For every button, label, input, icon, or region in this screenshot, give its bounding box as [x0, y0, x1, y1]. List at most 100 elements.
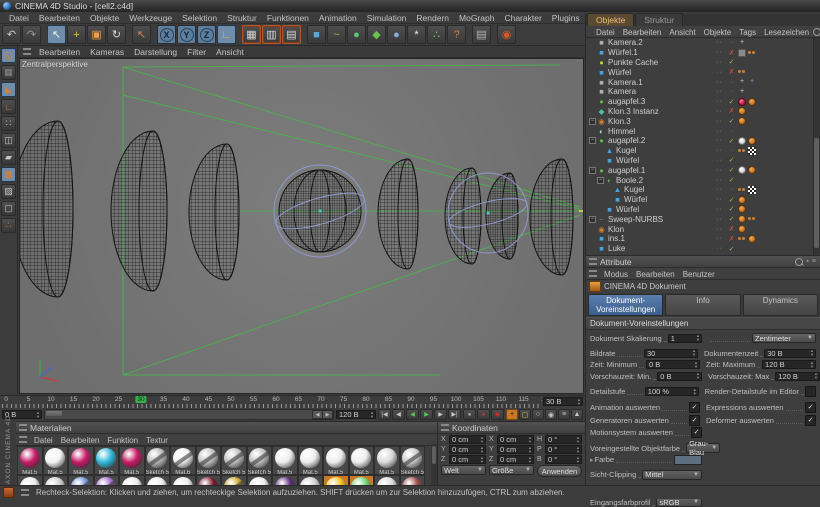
material-swatch[interactable]: Mat.5 [68, 446, 94, 475]
visibility-dots-icon[interactable]: ·· [716, 108, 725, 115]
object-name[interactable]: Klon.3 [608, 117, 631, 126]
spinner-arrows-icon[interactable]: ▲▼ [695, 334, 701, 342]
menu-item-rendern[interactable]: Rendern [411, 13, 454, 23]
enable-state-icon[interactable]: ✓ [727, 117, 736, 125]
material-swatch[interactable] [43, 475, 69, 485]
enable-state-icon[interactable]: ✓ [727, 98, 736, 106]
coordinate-value-field[interactable]: 0 cm▲▼ [497, 435, 534, 444]
coordinate-value-field[interactable]: 0 cm▲▼ [497, 455, 534, 464]
checkbox-checked[interactable]: ✓ [805, 402, 816, 413]
tab-objekte[interactable]: Objekte [587, 13, 634, 26]
enable-state-icon[interactable]: · [727, 186, 736, 193]
enable-state-icon[interactable]: ✓ [727, 166, 736, 174]
search-icon[interactable] [813, 28, 820, 36]
axis-x-button[interactable]: X [157, 25, 176, 44]
enable-state-icon[interactable]: ✓ [727, 58, 736, 66]
expander-icon[interactable]: − [589, 118, 596, 125]
material-swatch[interactable]: Mat.5 [43, 446, 69, 475]
menu-item-datei[interactable]: Datei [30, 436, 57, 445]
enable-state-icon[interactable]: · [727, 128, 736, 135]
visibility-dots-icon[interactable]: ·· [716, 147, 725, 154]
material-swatch[interactable] [221, 475, 247, 485]
object-name[interactable]: Würfel [608, 68, 631, 77]
visibility-dots-icon[interactable]: ·· [716, 88, 725, 95]
material-swatch[interactable] [68, 475, 94, 485]
checker-tag-icon[interactable] [748, 186, 756, 194]
object-row[interactable]: −◐Boole.2··✓ [586, 175, 820, 185]
spinner-arrows-icon[interactable]: ▲▼ [527, 436, 533, 444]
material-swatch[interactable] [374, 475, 400, 485]
enable-state-icon[interactable]: ✓ [727, 196, 736, 204]
material-swatch[interactable]: Sketch 5 [145, 446, 171, 475]
attribute-dropdown[interactable]: Grau-Blau▼ [686, 443, 720, 453]
enable-state-icon[interactable]: · [727, 39, 736, 46]
visibility-dots-icon[interactable]: ·· [716, 39, 725, 46]
menu-item-funktion[interactable]: Funktion [103, 436, 142, 445]
expander-icon[interactable]: − [589, 167, 596, 174]
visibility-dots-icon[interactable]: ·· [716, 206, 725, 213]
render-queue-icon[interactable]: ◉ [497, 25, 516, 44]
expander-icon[interactable]: − [589, 137, 596, 144]
visibility-dots-icon[interactable]: ·· [716, 79, 725, 86]
material-swatch[interactable] [196, 475, 222, 485]
object-name[interactable]: Kugel [624, 185, 644, 194]
orange-tag-icon[interactable] [738, 107, 746, 115]
checkbox-checked[interactable]: ✓ [689, 415, 700, 426]
checkbox-checked[interactable]: ✓ [691, 427, 702, 438]
object-row[interactable]: ■Würfel··✓ [586, 205, 820, 215]
object-axis-mode-icon[interactable]: ∟ [1, 99, 16, 114]
orange-tag-icon[interactable] [738, 225, 746, 233]
menu-item-benutzer[interactable]: Benutzer [679, 270, 719, 279]
enable-state-icon[interactable]: ✗ [727, 225, 736, 233]
menu-item-bearbeiten[interactable]: Bearbeiten [34, 47, 85, 57]
visibility-dots-icon[interactable]: ·· [716, 177, 725, 184]
object-row[interactable]: ■Würfel··✓ [586, 156, 820, 166]
axis-tag-icon[interactable]: + [748, 78, 756, 86]
slider-right-arrow[interactable]: ▶ [322, 410, 333, 419]
history-icons[interactable]: ≡ [812, 258, 816, 265]
visibility-dots-icon[interactable]: ·· [716, 157, 725, 164]
object-name[interactable]: Sweep-NURBS [608, 215, 663, 224]
object-list-scrollbar[interactable] [813, 38, 820, 255]
spinner-arrows-icon[interactable]: ▲▼ [691, 349, 697, 357]
object-name[interactable]: augapfel.2 [608, 136, 645, 145]
panel-burger-icon[interactable] [19, 424, 27, 431]
material-swatch[interactable]: Mat.5 [17, 446, 43, 475]
menu-item-filter[interactable]: Filter [182, 47, 211, 57]
attribute-value-field[interactable]: 0 B▲▼ [657, 372, 702, 381]
object-name[interactable]: Würfel [616, 156, 639, 165]
visibility-dots-icon[interactable]: ·· [716, 235, 725, 242]
apply-button[interactable]: Anwenden [537, 465, 582, 477]
render-region-icon[interactable]: ▥ [262, 25, 281, 44]
dots-tag-icon[interactable] [738, 147, 746, 155]
visibility-dots-icon[interactable]: ·· [716, 59, 725, 66]
spinner-arrows-icon[interactable]: ▲▼ [527, 446, 533, 454]
model-mode-icon[interactable]: ▦ [1, 65, 16, 80]
scale-icon[interactable]: ▣ [87, 25, 106, 44]
white-tag-icon[interactable] [738, 137, 746, 145]
object-row[interactable]: −●augapfel.1··✓ [586, 165, 820, 175]
enable-state-icon[interactable]: ✗ [727, 107, 736, 115]
coordinate-value-field[interactable]: 0 cm▲▼ [497, 445, 534, 454]
object-name[interactable]: Kugel [616, 146, 636, 155]
enable-state-icon[interactable]: ✓ [727, 205, 736, 213]
material-swatch[interactable] [349, 475, 375, 485]
material-swatch[interactable]: Sketch 5 [400, 446, 426, 475]
checkbox-checked[interactable]: ✓ [689, 402, 700, 413]
enable-state-icon[interactable]: ✓ [727, 176, 736, 184]
color-swatch[interactable] [674, 455, 702, 465]
menu-item-darstellung[interactable]: Darstellung [129, 47, 182, 57]
material-swatch[interactable] [145, 475, 171, 485]
material-swatch[interactable]: Sketch 5 [196, 446, 222, 475]
spinner-arrows-icon[interactable]: ▲▼ [693, 361, 699, 369]
menu-item-mograph[interactable]: MoGraph [454, 13, 499, 23]
material-swatch[interactable]: Sketch 5 [247, 446, 273, 475]
material-swatch[interactable]: Mat.6 [170, 446, 196, 475]
spinner-arrows-icon[interactable]: ▲▼ [479, 446, 485, 454]
attr-tab-info[interactable]: Info [665, 294, 740, 316]
timeline-ruler[interactable]: 0510152025303540455055606570758085909510… [0, 395, 585, 408]
object-row[interactable]: ◐Himmel··· [586, 126, 820, 136]
orange-tag-icon[interactable] [748, 166, 756, 174]
menu-item-ansicht[interactable]: Ansicht [211, 47, 249, 57]
enable-state-icon[interactable]: ✗ [727, 49, 736, 57]
